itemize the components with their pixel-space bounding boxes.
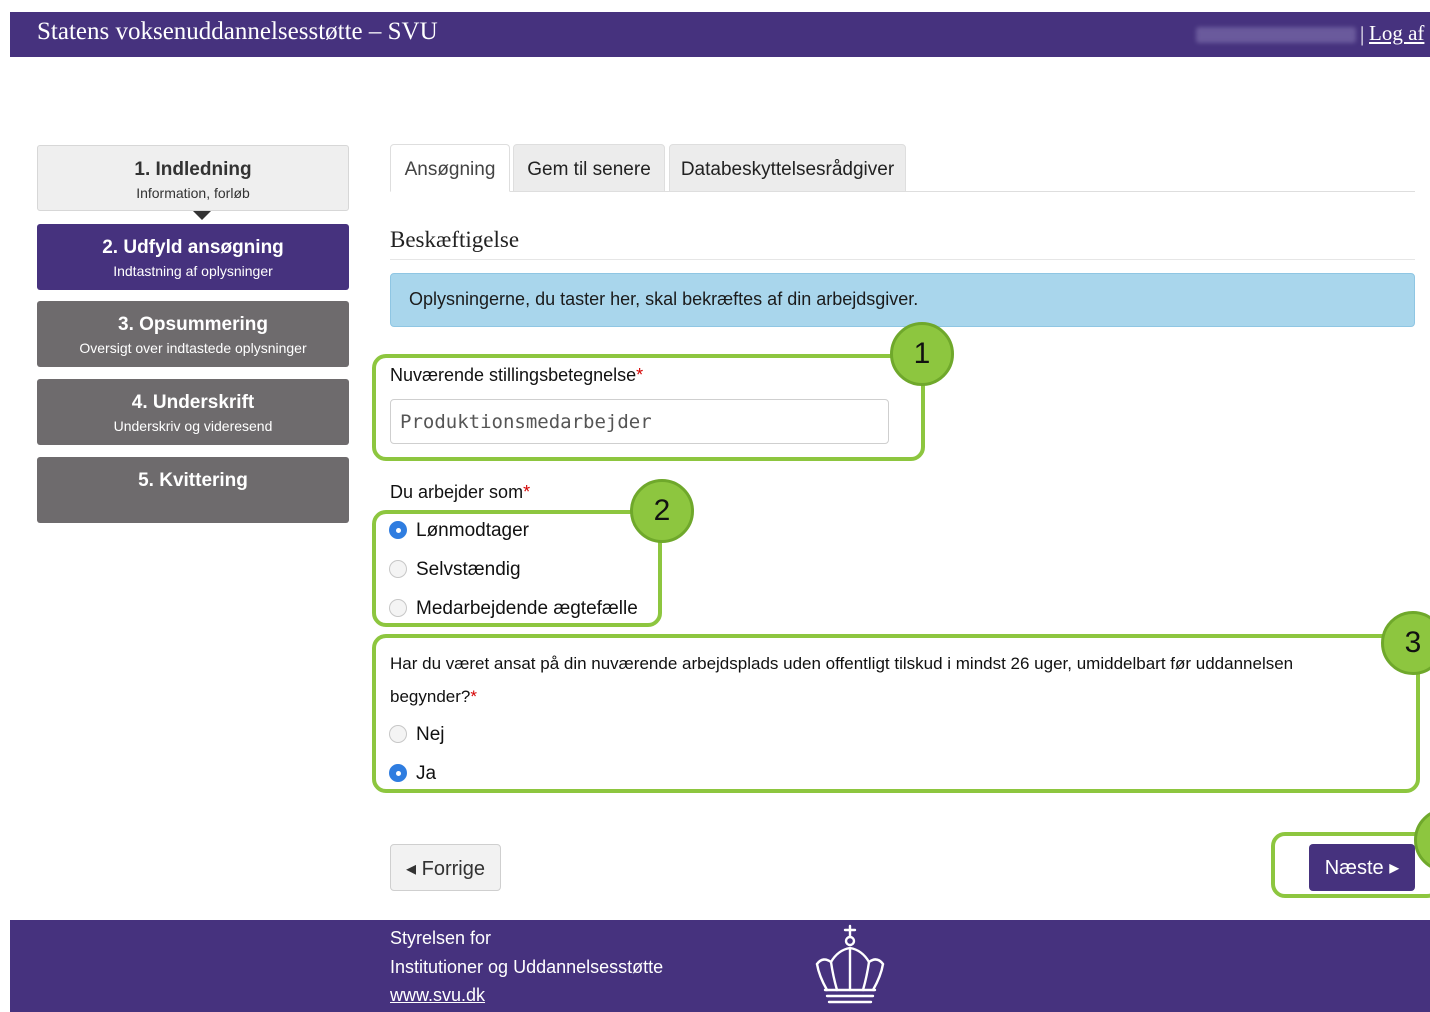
- footer-org-line2: Institutioner og Uddannelsesstøtte: [390, 957, 664, 977]
- section-title: Beskæftigelse: [390, 227, 520, 252]
- radio-label-nej[interactable]: Nej: [416, 724, 445, 746]
- job-title-label: Nuværende stillingsbetegnelse*: [390, 365, 644, 385]
- tab-gem-til-senere[interactable]: Gem til senere: [513, 144, 665, 192]
- radio-label-ja[interactable]: Ja: [416, 763, 436, 785]
- step-subtitle: Indtastning af oplysninger: [113, 263, 273, 279]
- required-mark: *: [523, 482, 531, 502]
- tab-databeskyttelsesradgiver[interactable]: Databeskyttelsesrådgiver: [669, 144, 906, 192]
- footer: Styrelsen for Institutioner og Uddannels…: [10, 920, 1430, 1012]
- employment-question-line2: begynder?*: [390, 687, 477, 706]
- radio-nej[interactable]: [389, 725, 407, 743]
- radio-selvstaendig[interactable]: [389, 560, 407, 578]
- radio-medarbejdende-aegtefaelle[interactable]: [389, 599, 407, 617]
- step-indledning[interactable]: 1. Indledning Information, forløb: [37, 145, 349, 220]
- user-name-blurred: [1196, 27, 1356, 43]
- step-subtitle: Underskriv og videresend: [113, 418, 273, 434]
- step-underskrift[interactable]: 4. Underskrift Underskriv og videresend: [37, 379, 349, 445]
- logout-link[interactable]: Log af: [1369, 21, 1424, 46]
- step-subtitle: Information, forløb: [136, 185, 250, 201]
- annotation-badge-2: 2: [630, 479, 694, 543]
- footer-website-link[interactable]: www.svu.dk: [390, 985, 485, 1006]
- work-as-label: Du arbejder som*: [390, 482, 531, 502]
- radio-ja[interactable]: [389, 764, 407, 782]
- radio-label-medarbejdende-aegtefaelle[interactable]: Medarbejdende ægtefælle: [416, 598, 638, 620]
- step-udfyld-ansogning[interactable]: 2. Udfyld ansøgning Indtastning af oplys…: [37, 224, 349, 290]
- step-opsummering[interactable]: 3. Opsummering Oversigt over indtastede …: [37, 301, 349, 367]
- radio-label-selvstaendig[interactable]: Selvstændig: [416, 559, 521, 581]
- step-title: 4. Underskrift: [131, 392, 255, 413]
- radio-label-lonmodtager[interactable]: Lønmodtager: [416, 520, 529, 542]
- annotation-badge-1: 1: [890, 322, 954, 386]
- radio-lonmodtager[interactable]: [389, 521, 407, 539]
- required-mark: *: [636, 365, 644, 385]
- step-arrow-icon: [193, 211, 211, 220]
- annotation-badge-3: 3: [1381, 611, 1430, 675]
- top-bar: Statens voksenuddannelsesstøtte – SVU | …: [10, 12, 1430, 57]
- prev-button[interactable]: ◂ Forrige: [390, 844, 501, 891]
- step-title: 5. Kvittering: [138, 470, 248, 491]
- info-alert: Oplysningerne, du taster her, skal bekræ…: [390, 273, 1415, 327]
- footer-org-line1: Styrelsen for: [390, 928, 492, 948]
- step-title: 3. Opsummering: [118, 314, 268, 335]
- required-mark: *: [470, 687, 477, 706]
- section-divider: [390, 259, 1415, 260]
- step-title: 1. Indledning: [134, 159, 252, 180]
- header-separator: |: [1360, 22, 1365, 46]
- app-title: Statens voksenuddannelsesstøtte – SVU: [37, 18, 438, 45]
- job-title-input[interactable]: [390, 399, 889, 444]
- crown-logo-icon: [815, 924, 885, 1004]
- next-button[interactable]: Næste ▸: [1309, 844, 1415, 891]
- step-title: 2. Udfyld ansøgning: [102, 237, 284, 258]
- employment-question-line1: Har du været ansat på din nuværende arbe…: [390, 654, 1294, 673]
- tab-ansogning[interactable]: Ansøgning: [390, 144, 510, 192]
- step-kvittering[interactable]: 5. Kvittering: [37, 457, 349, 523]
- annotation-badge-4: [1414, 808, 1430, 872]
- step-subtitle: Oversigt over indtastede oplysninger: [79, 340, 307, 356]
